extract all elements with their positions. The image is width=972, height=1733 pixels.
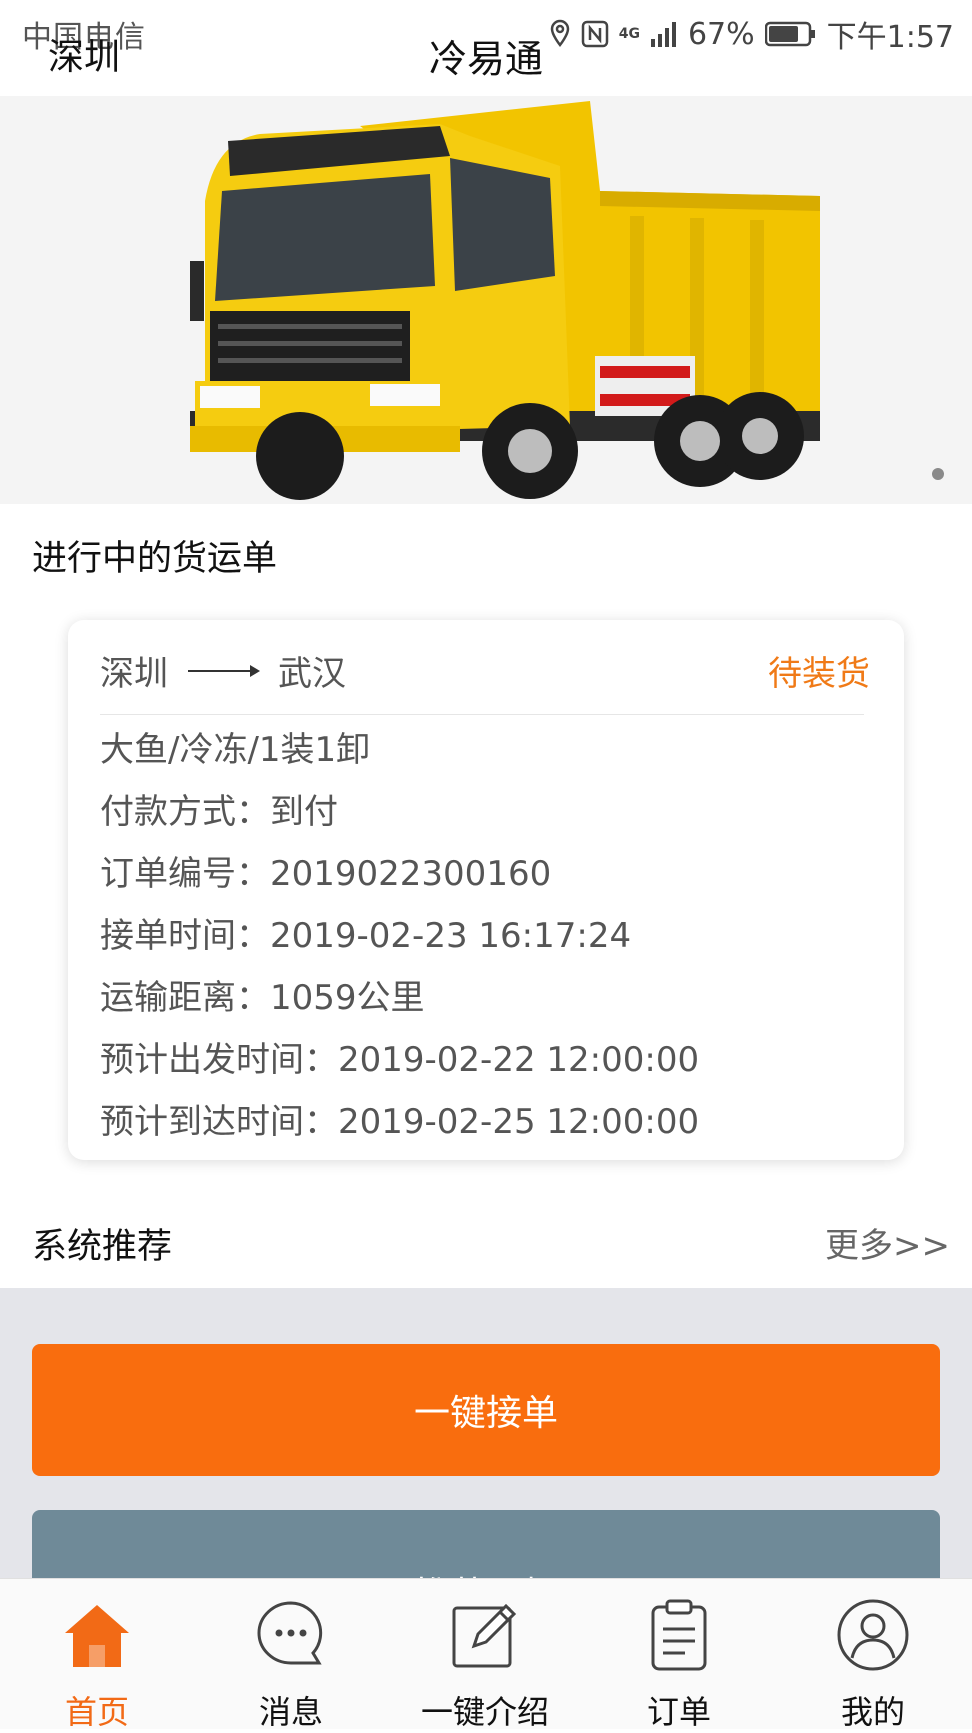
more-link[interactable]: 更多>> xyxy=(825,1218,950,1267)
tab-label: 消息 xyxy=(258,1693,323,1731)
tab-bar: 首页 消息 一键介绍 订单 我的 xyxy=(0,1578,972,1731)
payment-value: 到付 xyxy=(270,792,338,832)
status-badge: 待装货 xyxy=(768,654,870,694)
arrive-time-row: 预计到达时间：2019-02-25 12:00:00 xyxy=(100,1094,699,1143)
one-click-accept-button[interactable]: 一键接单 xyxy=(32,1344,940,1476)
divider xyxy=(100,714,864,715)
chat-icon xyxy=(257,1601,323,1665)
accept-time-value: 2019-02-23 16:17:24 xyxy=(270,916,632,956)
clipboard-icon xyxy=(651,1599,707,1671)
banner-carousel[interactable] xyxy=(0,96,972,504)
order-number-label: 订单编号： xyxy=(100,854,270,894)
depart-time-value: 2019-02-22 12:00:00 xyxy=(338,1040,700,1080)
arrive-time-value: 2019-02-25 12:00:00 xyxy=(338,1102,700,1142)
cargo-info: 大鱼/冷冻/1装1卸 xyxy=(100,730,371,770)
truck-image xyxy=(0,96,972,504)
arrow-right-icon xyxy=(188,664,260,677)
payment-row: 付款方式：到付 xyxy=(100,784,338,833)
payment-label: 付款方式： xyxy=(100,792,270,832)
tab-profile[interactable]: 我的 xyxy=(776,1595,970,1733)
tab-label: 我的 xyxy=(840,1693,905,1731)
depart-time-row: 预计出发时间：2019-02-22 12:00:00 xyxy=(100,1032,699,1081)
tab-label: 一键介绍 xyxy=(420,1693,549,1731)
route-from: 深圳 xyxy=(100,654,168,694)
tab-introduce[interactable]: 一键介绍 xyxy=(388,1595,582,1733)
distance-label: 运输距离： xyxy=(100,978,270,1018)
tab-label: 首页 xyxy=(64,1693,129,1731)
tab-home[interactable]: 首页 xyxy=(0,1595,194,1733)
user-icon xyxy=(837,1599,909,1671)
carousel-indicator[interactable] xyxy=(932,468,944,480)
tab-orders[interactable]: 订单 xyxy=(582,1595,776,1733)
distance-value: 1059公里 xyxy=(270,978,425,1018)
route-to: 武汉 xyxy=(278,654,346,694)
route: 深圳 武汉 xyxy=(100,646,346,695)
edit-icon xyxy=(452,1603,517,1668)
depart-time-label: 预计出发时间： xyxy=(100,1040,338,1080)
tab-messages[interactable]: 消息 xyxy=(194,1595,388,1733)
order-number-row: 订单编号：2019022300160 xyxy=(100,846,551,895)
order-number-value: 2019022300160 xyxy=(270,854,552,894)
tab-label: 订单 xyxy=(646,1693,711,1731)
home-icon xyxy=(65,1605,129,1667)
order-card[interactable]: 深圳 武汉 待装货 大鱼/冷冻/1装1卸 付款方式：到付 订单编号：201902… xyxy=(68,620,904,1160)
accept-time-row: 接单时间：2019-02-23 16:17:24 xyxy=(100,908,631,957)
section-title-recommend: 系统推荐 xyxy=(32,1227,173,1267)
distance-row: 运输距离：1059公里 xyxy=(100,970,425,1019)
accept-time-label: 接单时间： xyxy=(100,916,270,956)
arrive-time-label: 预计到达时间： xyxy=(100,1102,338,1142)
app-title: 冷易通 xyxy=(428,37,543,81)
section-title-in-progress: 进行中的货运单 xyxy=(32,539,278,579)
